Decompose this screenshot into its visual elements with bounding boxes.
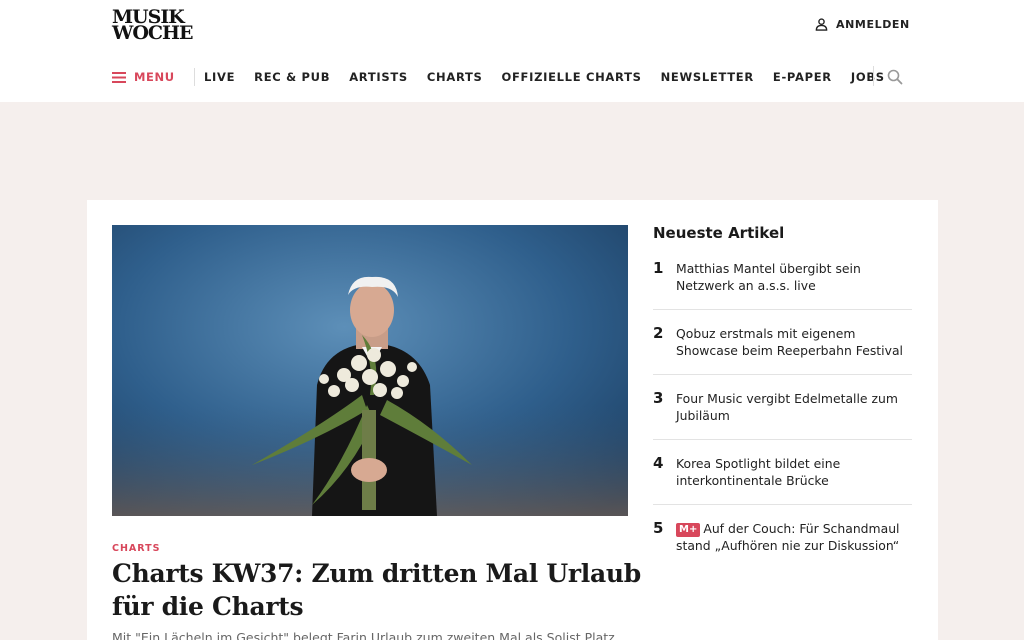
site-logo[interactable]: MUSIK WOCHE <box>112 8 202 44</box>
user-icon <box>815 18 828 31</box>
nav-divider-right <box>873 66 874 86</box>
premium-badge: M+ <box>676 523 701 537</box>
latest-article-item[interactable]: 3 Four Music vergibt Edelmetalle zum Jub… <box>653 390 912 440</box>
latest-article-item[interactable]: 1 Matthias Mantel übergibt sein Netzwerk… <box>653 260 912 310</box>
main-navigation: MENU LIVE REC & PUB ARTISTS CHARTS OFFIZ… <box>112 66 904 88</box>
latest-article-item[interactable]: 5 M+ Auf der Couch: Für Schandmaul stand … <box>653 520 912 569</box>
site-header: MUSIK WOCHE ANMELDEN MENU LIVE REC & PUB… <box>0 0 1024 102</box>
article-headline[interactable]: Charts KW37: Zum dritten Mal Urlaub für … <box>112 557 642 623</box>
article-title[interactable]: Auf der Couch: Für Schandmaul stand „Auf… <box>676 521 900 553</box>
main-content: CHARTS Charts KW37: Zum dritten Mal Urla… <box>87 200 938 640</box>
article-title[interactable]: Qobuz erstmals mit eigenem Showcase beim… <box>676 326 903 358</box>
latest-articles: Neueste Artikel 1 Matthias Mantel übergi… <box>653 224 912 584</box>
article-rank: 4 <box>653 454 664 472</box>
latest-articles-title: Neueste Artikel <box>653 224 785 242</box>
article-category[interactable]: CHARTS <box>112 543 161 554</box>
nav-item-charts[interactable]: CHARTS <box>427 70 483 84</box>
hero-photo-illustration <box>112 225 628 516</box>
nav-item-rec-pub[interactable]: REC & PUB <box>254 70 330 84</box>
article-title[interactable]: Four Music vergibt Edelmetalle zum Jubil… <box>676 391 898 423</box>
nav-item-live[interactable]: LIVE <box>204 70 235 84</box>
search-button[interactable] <box>886 68 904 86</box>
latest-article-item[interactable]: 4 Korea Spotlight bildet eine interkonti… <box>653 455 912 505</box>
article-rank: 2 <box>653 324 664 342</box>
nav-item-jobs[interactable]: JOBS <box>851 70 885 84</box>
latest-article-item[interactable]: 2 Qobuz erstmals mit eigenem Showcase be… <box>653 325 912 375</box>
menu-button[interactable]: MENU <box>112 70 194 84</box>
login-button[interactable]: ANMELDEN <box>815 18 910 31</box>
search-icon <box>887 69 903 85</box>
nav-item-offizielle-charts[interactable]: OFFIZIELLE CHARTS <box>502 70 642 84</box>
article-rank: 1 <box>653 259 664 277</box>
article-teaser: Mit "Ein Lächeln im Gesicht" belegt Fari… <box>112 630 615 640</box>
article-rank: 5 <box>653 519 664 537</box>
article-rank: 3 <box>653 389 664 407</box>
login-label: ANMELDEN <box>836 18 910 31</box>
article-title[interactable]: Korea Spotlight bildet eine interkontine… <box>676 456 840 488</box>
hero-image[interactable] <box>112 225 628 516</box>
nav-divider <box>194 68 195 86</box>
article-title[interactable]: Matthias Mantel übergibt sein Netzwerk a… <box>676 261 861 293</box>
nav-item-newsletter[interactable]: NEWSLETTER <box>661 70 754 84</box>
menu-label: MENU <box>134 70 175 84</box>
logo-line-2: WOCHE <box>112 22 193 44</box>
hamburger-icon <box>112 71 126 83</box>
nav-item-artists[interactable]: ARTISTS <box>349 70 408 84</box>
nav-item-e-paper[interactable]: E-PAPER <box>773 70 832 84</box>
